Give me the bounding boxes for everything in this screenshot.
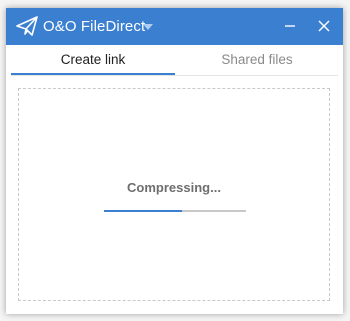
app-window: O&O FileDirect Create link Shared files … — [6, 8, 343, 314]
paper-plane-icon — [16, 16, 38, 36]
tab-shared-files[interactable]: Shared files — [175, 45, 339, 76]
progress-bar — [104, 210, 246, 212]
drop-zone[interactable]: Compressing... — [18, 88, 330, 301]
minimize-icon[interactable] — [282, 18, 298, 34]
progress-fill — [104, 210, 183, 212]
app-title: O&O FileDirect — [43, 18, 146, 35]
tab-bar: Create link Shared files — [6, 45, 343, 76]
tab-divider — [11, 75, 338, 76]
close-icon[interactable] — [316, 18, 332, 34]
tab-create-link[interactable]: Create link — [11, 45, 175, 76]
caret-down-icon[interactable] — [143, 24, 153, 30]
status-text: Compressing... — [127, 180, 221, 195]
title-bar[interactable]: O&O FileDirect — [6, 8, 343, 45]
